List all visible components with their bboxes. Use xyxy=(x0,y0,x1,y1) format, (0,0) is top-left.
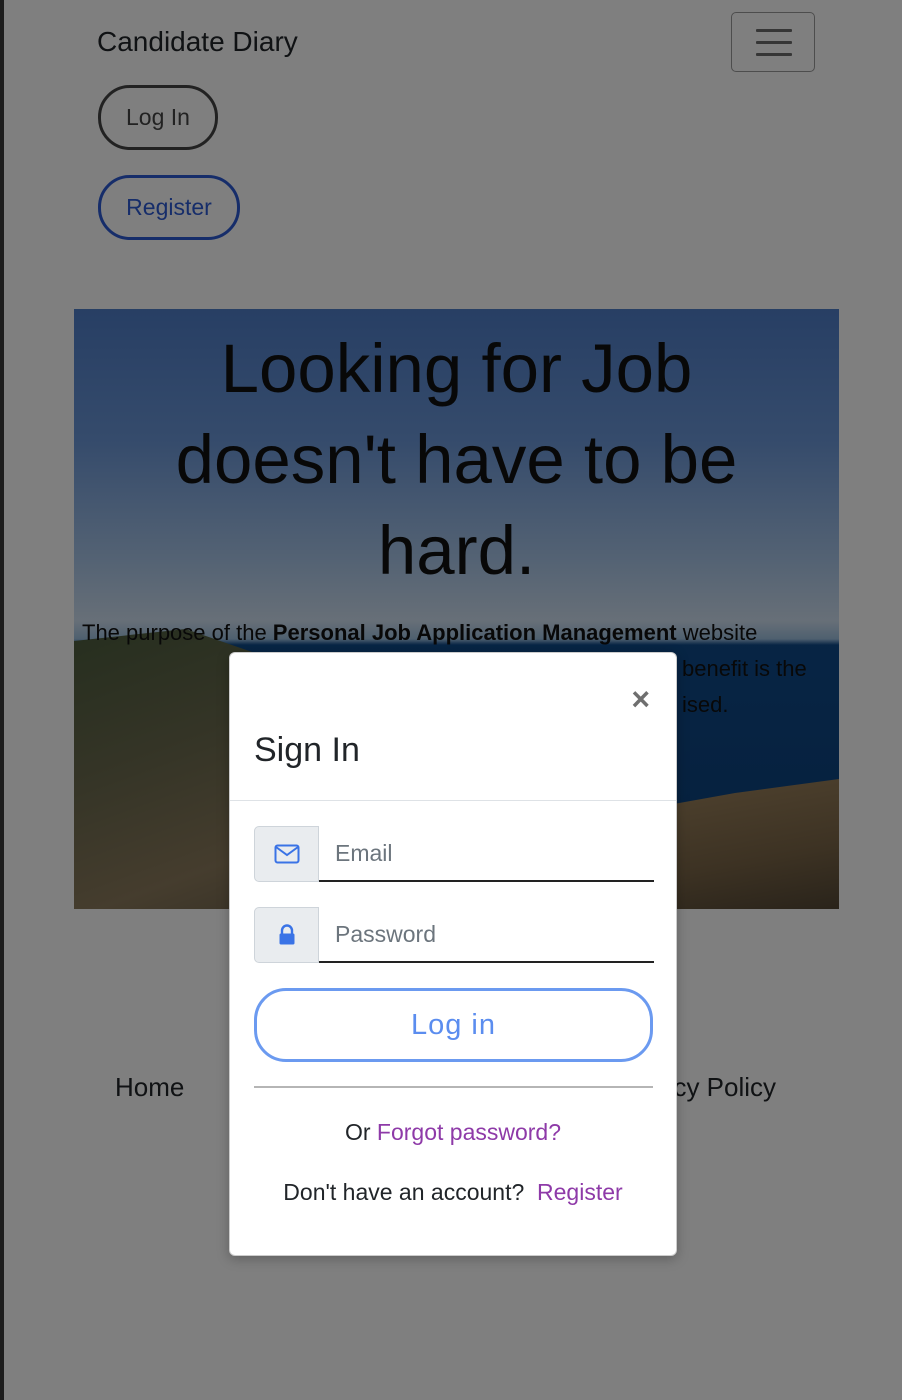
password-field[interactable] xyxy=(319,907,654,963)
login-submit-button[interactable]: Log in xyxy=(254,988,653,1062)
register-line: Don't have an account? Register xyxy=(230,1179,676,1206)
close-icon[interactable]: × xyxy=(631,683,650,715)
forgot-password-line: Or Forgot password? xyxy=(230,1119,676,1146)
lock-icon xyxy=(279,924,294,945)
modal-divider xyxy=(254,1086,653,1088)
envelope-icon xyxy=(274,844,299,864)
register-link[interactable]: Register xyxy=(537,1179,623,1205)
email-field[interactable] xyxy=(319,826,654,882)
modal-title: Sign In xyxy=(254,731,360,769)
password-addon xyxy=(254,907,319,963)
email-addon xyxy=(254,826,319,882)
forgot-password-link[interactable]: Forgot password? xyxy=(377,1119,561,1145)
modal-header-divider xyxy=(230,800,676,801)
email-input-group xyxy=(254,826,654,882)
password-input-group xyxy=(254,907,654,963)
sign-in-modal: × Sign In Log in Or Forgot password? Don… xyxy=(229,652,677,1256)
or-text: Or xyxy=(344,1119,377,1145)
no-account-text: Don't have an account? xyxy=(283,1179,531,1205)
